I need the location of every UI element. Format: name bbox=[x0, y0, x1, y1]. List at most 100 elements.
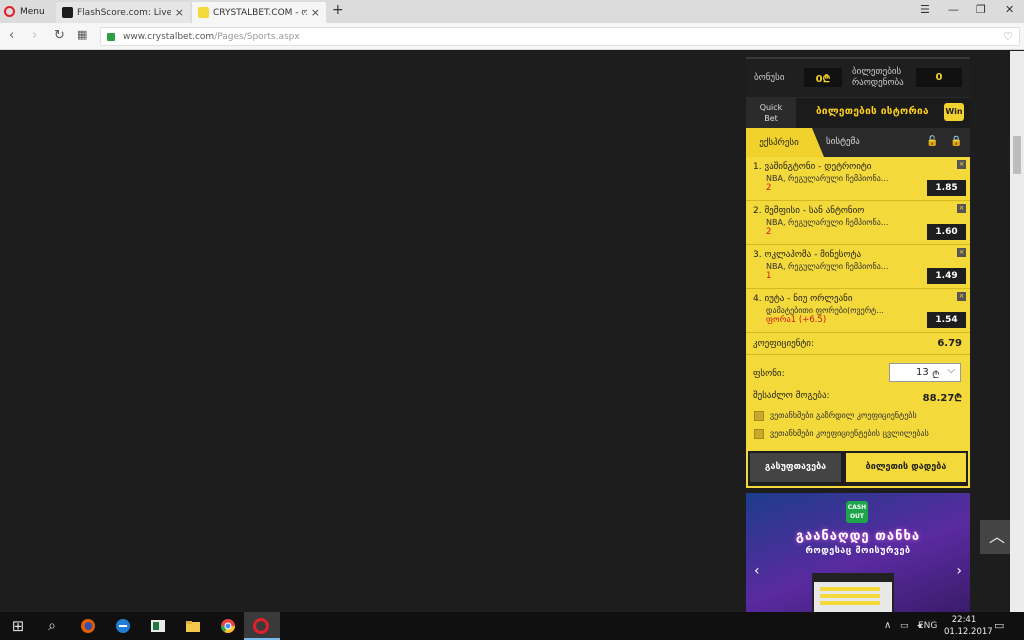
file-explorer-icon[interactable] bbox=[183, 616, 203, 636]
checkbox-label: ვეთანხმები კოეფიციენტების ცვლილებას bbox=[770, 429, 929, 438]
unlock-icon[interactable]: 🔓 bbox=[926, 136, 938, 147]
stake-input[interactable]: 13 ₾ ⌵ bbox=[889, 363, 961, 382]
betslip-actions: გასუფთავება ბილეთის დადება bbox=[746, 445, 970, 488]
selection-odd: 1.49 bbox=[927, 268, 966, 284]
folder-svg bbox=[186, 621, 200, 632]
opera-menu-button[interactable]: Menu bbox=[4, 3, 45, 20]
tray-expand-icon[interactable]: ∧ bbox=[884, 620, 891, 631]
language-label[interactable]: ENG bbox=[918, 621, 937, 631]
quick-bet-button[interactable]: Quick Bet bbox=[746, 98, 796, 128]
tab-flashscore[interactable]: FlashScore.com: Live Socc × bbox=[56, 2, 190, 23]
betslip-panel: ბონუსი 0₾ ბილეთების რაოდენობა 0 Quick Be… bbox=[746, 51, 970, 488]
firefox-icon[interactable] bbox=[78, 616, 98, 636]
tickets-label-line-2: რაოდენობა bbox=[852, 78, 904, 88]
tab-crystalbet[interactable]: CRYSTALBET.COM - ონლაი × bbox=[192, 2, 326, 23]
remove-selection-icon[interactable]: × bbox=[957, 160, 966, 169]
selection-match-name: ვაშინგტონი - დეტროიტი bbox=[764, 162, 872, 172]
place-bet-button[interactable]: ბილეთის დადება bbox=[846, 453, 966, 482]
screen-line bbox=[820, 587, 880, 591]
selection-index: 4. bbox=[753, 294, 762, 304]
url-domain: www.crystalbet.com bbox=[123, 31, 215, 42]
scroll-to-top-button[interactable]: ︿ bbox=[980, 520, 1014, 554]
possible-win-row: შესაძლო მოგება: 88.27₾ bbox=[746, 387, 970, 407]
new-tab-button[interactable]: + bbox=[332, 2, 344, 18]
tab-express[interactable]: ექსპრესი bbox=[746, 128, 824, 157]
coefficient-value: 6.79 bbox=[937, 338, 962, 349]
taskbar-clock[interactable]: 22:41 01.12.2017 bbox=[944, 614, 993, 638]
forward-button[interactable]: › bbox=[32, 28, 37, 43]
selection-index: 3. bbox=[753, 250, 762, 260]
agree-odds-change-checkbox[interactable]: ვეთანხმები კოეფიციენტების ცვლილებას bbox=[746, 425, 970, 445]
tickets-count-value: 0 bbox=[916, 68, 962, 87]
win-badge[interactable]: Win bbox=[944, 103, 964, 121]
opera-taskbar-button[interactable] bbox=[244, 612, 280, 640]
speed-dial-icon[interactable]: ▦ bbox=[77, 28, 87, 41]
possible-win-label: შესაძლო მოგება: bbox=[753, 391, 830, 401]
cashout-promo-banner[interactable]: CASH OUT გაანაღდე თანხა როდესაც მოისურვე… bbox=[746, 493, 970, 612]
selection-item: 2. მემფისი - სან ანტონიო NBA, რეგულარული… bbox=[746, 201, 970, 245]
selection-index: 1. bbox=[753, 162, 762, 172]
edge-icon[interactable] bbox=[113, 616, 133, 636]
excel-icon[interactable] bbox=[148, 616, 168, 636]
selection-item: 3. ოკლაჰომა - მინესოტა NBA, რეგულარული ჩ… bbox=[746, 245, 970, 289]
scrollbar-thumb[interactable] bbox=[1013, 136, 1021, 174]
lock-icon[interactable]: 🔒 bbox=[950, 136, 962, 147]
tab-system[interactable]: სისტემა bbox=[826, 137, 860, 147]
minimize-button[interactable]: — bbox=[948, 3, 959, 16]
firefox-svg bbox=[81, 619, 95, 633]
selection-match: 4. იუტა - ნიუ ორლეანი bbox=[753, 294, 970, 304]
betslip-top-strip bbox=[746, 51, 970, 59]
tab-menu-icon[interactable]: ☰ bbox=[920, 3, 930, 16]
bookmark-heart-icon[interactable]: ♡ bbox=[1003, 30, 1013, 43]
selections-panel: 1. ვაშინგტონი - დეტროიტი NBA, რეგულარული… bbox=[746, 157, 970, 488]
network-icon[interactable]: ▭ bbox=[900, 621, 909, 631]
search-icon[interactable]: ⌕ bbox=[42, 616, 62, 636]
tab-close-icon[interactable]: × bbox=[175, 6, 184, 19]
bonus-row: ბონუსი 0₾ ბილეთების რაოდენობა 0 bbox=[746, 59, 970, 97]
notifications-icon[interactable]: ▭ bbox=[994, 619, 1004, 632]
tab-close-icon[interactable]: × bbox=[311, 6, 320, 19]
betslip-tabs: ექსპრესი სისტემა 🔓 🔒 bbox=[746, 128, 970, 157]
selection-item: 1. ვაშინგტონი - დეტროიტი NBA, რეგულარული… bbox=[746, 157, 970, 201]
tickets-label-line-1: ბილეთების bbox=[852, 67, 902, 77]
url-field[interactable]: www.crystalbet.com /Pages/Sports.aspx ♡ bbox=[100, 27, 1020, 46]
tickets-count-label: ბილეთების რაოდენობა bbox=[852, 67, 904, 89]
screen-bar bbox=[814, 575, 892, 582]
cashout-badge: CASH OUT bbox=[846, 501, 868, 523]
ticket-history-link[interactable]: ბილეთების ისტორია bbox=[816, 106, 929, 117]
selection-item: 4. იუტა - ნიუ ორლეანი დამატებითი ფორები(… bbox=[746, 289, 970, 333]
quick-bet-label-1: Quick bbox=[759, 103, 783, 112]
crystalbet-favicon-icon bbox=[198, 7, 209, 18]
back-button[interactable]: ‹ bbox=[9, 28, 14, 43]
remove-selection-icon[interactable]: × bbox=[957, 204, 966, 213]
quick-bet-label-2: Bet bbox=[764, 114, 778, 123]
stake-label: ფსონი: bbox=[753, 369, 785, 379]
chevron-down-icon[interactable]: ⌵ bbox=[947, 365, 955, 376]
address-bar-row: ‹ › ↻ ▦ www.crystalbet.com /Pages/Sports… bbox=[0, 23, 1024, 50]
stake-value: 13 bbox=[916, 367, 929, 378]
reload-button[interactable]: ↻ bbox=[54, 28, 65, 43]
stake-row: ფსონი: 13 ₾ ⌵ bbox=[746, 355, 970, 387]
browser-tab-bar: Menu FlashScore.com: Live Socc × CRYSTAL… bbox=[0, 0, 1024, 23]
clock-date: 01.12.2017 bbox=[944, 627, 993, 637]
windows-start-icon[interactable]: ⊞ bbox=[8, 616, 28, 636]
checkbox-box[interactable] bbox=[754, 429, 764, 439]
page-scrollbar[interactable] bbox=[1010, 51, 1024, 612]
remove-selection-icon[interactable]: × bbox=[957, 292, 966, 301]
promo-next-icon[interactable]: › bbox=[956, 563, 962, 579]
restore-button[interactable]: ❐ bbox=[976, 3, 986, 16]
chrome-icon[interactable] bbox=[218, 616, 238, 636]
selection-match: 2. მემფისი - სან ანტონიო bbox=[753, 206, 970, 216]
clock-time: 22:41 bbox=[951, 615, 977, 625]
checkbox-box[interactable] bbox=[754, 411, 764, 421]
promo-headline: გაანაღდე თანხა bbox=[795, 529, 921, 544]
remove-selection-icon[interactable]: × bbox=[957, 248, 966, 257]
agree-increased-odds-checkbox[interactable]: ვეთანხმები გაზრდილ კოეფიციენტებს bbox=[746, 407, 970, 425]
selection-match: 3. ოკლაჰომა - მინესოტა bbox=[753, 250, 970, 260]
promo-prev-icon[interactable]: ‹ bbox=[754, 563, 760, 579]
chrome-svg bbox=[221, 619, 235, 633]
clear-button[interactable]: გასუფთავება bbox=[750, 453, 841, 482]
checkbox-label: ვეთანხმები გაზრდილ კოეფიციენტებს bbox=[770, 411, 917, 420]
opera-icon bbox=[253, 618, 269, 634]
close-window-button[interactable]: ✕ bbox=[1005, 3, 1014, 16]
